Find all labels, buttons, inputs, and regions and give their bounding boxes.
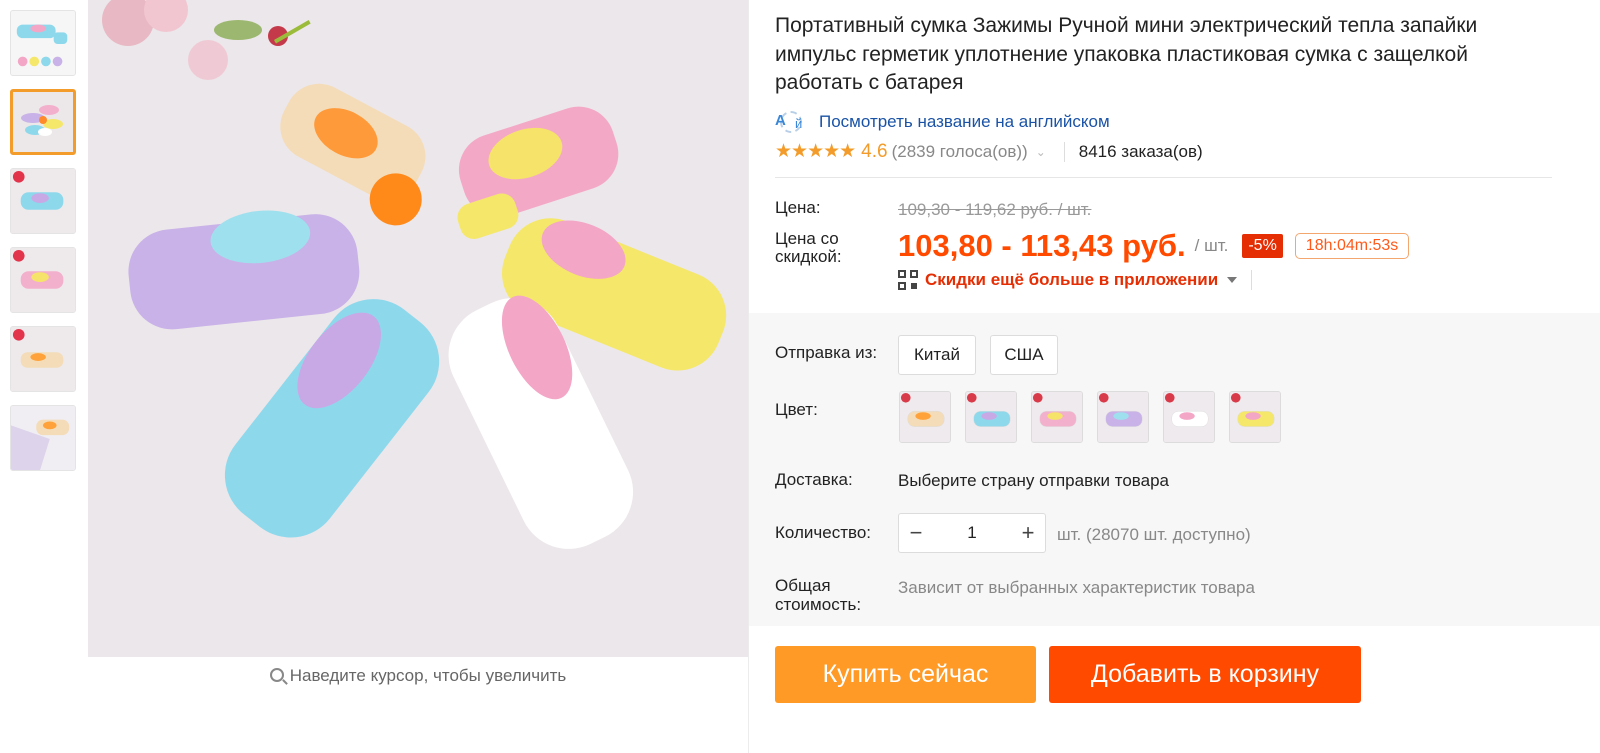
thumbnail-6[interactable] [10, 405, 76, 471]
color-swatch-4[interactable] [1097, 391, 1149, 443]
thumbnail-list [10, 10, 76, 484]
color-swatch-5[interactable] [1163, 391, 1215, 443]
delivery-text: Выберите страну отправки товара [898, 471, 1170, 490]
ship-from-china-button[interactable]: Китай [898, 335, 976, 375]
quantity-available: шт. (28070 шт. доступно) [1057, 525, 1251, 544]
quantity-stepper: − 1 + [898, 513, 1046, 553]
orders-count: 8416 заказа(ов) [1078, 141, 1203, 161]
total-cost-text: Зависит от выбранных характеристик товар… [898, 578, 1255, 597]
quantity-decrease-button[interactable]: − [899, 514, 933, 552]
chevron-down-icon[interactable]: ⌄ [1036, 145, 1046, 159]
discount-price: 103,80 - 113,43 руб. [898, 228, 1186, 263]
translate-icon: Aй [775, 110, 803, 133]
rating-stars-icon: ★★★★★ [775, 141, 856, 162]
quantity-increase-button[interactable]: + [1011, 514, 1045, 552]
magnifier-icon [269, 668, 284, 682]
color-swatch-3[interactable] [1031, 391, 1083, 443]
discount-badge: -5% [1242, 234, 1283, 258]
price-block: Цена: 109,30 - 119,62 руб. / шт. Цена со… [775, 198, 1555, 290]
zoom-hint: Наведите курсор, чтобы увеличить [88, 666, 748, 686]
thumbnail-5[interactable] [10, 326, 76, 392]
app-promo[interactable]: Скидки ещё больше в приложении [898, 270, 1253, 290]
product-info: Портативный сумка Зажимы Ручной мини эле… [775, 12, 1555, 164]
discount-price-label: Цена со скидкой: [775, 229, 842, 266]
main-product-image[interactable] [88, 0, 748, 657]
ship-from-label: Отправка из: [775, 343, 878, 362]
ship-from-usa-button[interactable]: США [990, 335, 1058, 375]
delivery-label: Доставка: [775, 470, 853, 489]
translate-title-link[interactable]: Посмотреть название на английском [819, 112, 1110, 132]
discount-price-row: 103,80 - 113,43 руб. / шт. -5% 18h:04m:5… [898, 228, 1410, 264]
color-swatch-2[interactable] [965, 391, 1017, 443]
thumbnail-3[interactable] [10, 168, 76, 234]
add-to-cart-button[interactable]: Добавить в корзину [1049, 646, 1361, 703]
thumbnail-2[interactable] [10, 89, 76, 155]
old-price: 109,30 - 119,62 руб. / шт. [898, 200, 1092, 219]
total-cost-label: Общая стоимость: [775, 576, 862, 614]
color-swatch-1[interactable] [899, 391, 951, 443]
price-divider [775, 177, 1552, 178]
thumbnail-1[interactable] [10, 10, 76, 76]
buy-now-button[interactable]: Купить сейчас [775, 646, 1036, 703]
translate-title-row[interactable]: Aй Посмотреть название на английском [775, 110, 1555, 133]
thumbnail-4[interactable] [10, 247, 76, 313]
rating-value: 4.6 [861, 140, 888, 162]
per-unit: / шт. [1194, 236, 1229, 255]
color-swatches [899, 391, 1295, 443]
quantity-input[interactable]: 1 [933, 523, 1011, 543]
rating-row: ★★★★★ 4.6 (2839 голоса(ов)) ⌄ 8416 заказ… [775, 140, 1555, 164]
price-label: Цена: [775, 198, 821, 217]
caret-down-icon[interactable] [1227, 277, 1238, 283]
quantity-label: Количество: [775, 523, 872, 542]
color-swatch-6[interactable] [1229, 391, 1281, 443]
qr-code-icon [898, 270, 918, 290]
rating-separator [1063, 141, 1065, 162]
rating-votes[interactable]: (2839 голоса(ов)) [892, 142, 1028, 162]
app-promo-separator [1251, 270, 1253, 290]
app-promo-text[interactable]: Скидки ещё больше в приложении [925, 270, 1218, 290]
product-title: Портативный сумка Зажимы Ручной мини эле… [775, 14, 1478, 94]
color-label: Цвет: [775, 400, 818, 419]
zoom-hint-text: Наведите курсор, чтобы увеличить [289, 666, 567, 685]
options-panel: Отправка из: Китай США Цвет: Доставка: В… [749, 313, 1600, 626]
countdown-timer: 18h:04m:53s [1294, 233, 1410, 259]
